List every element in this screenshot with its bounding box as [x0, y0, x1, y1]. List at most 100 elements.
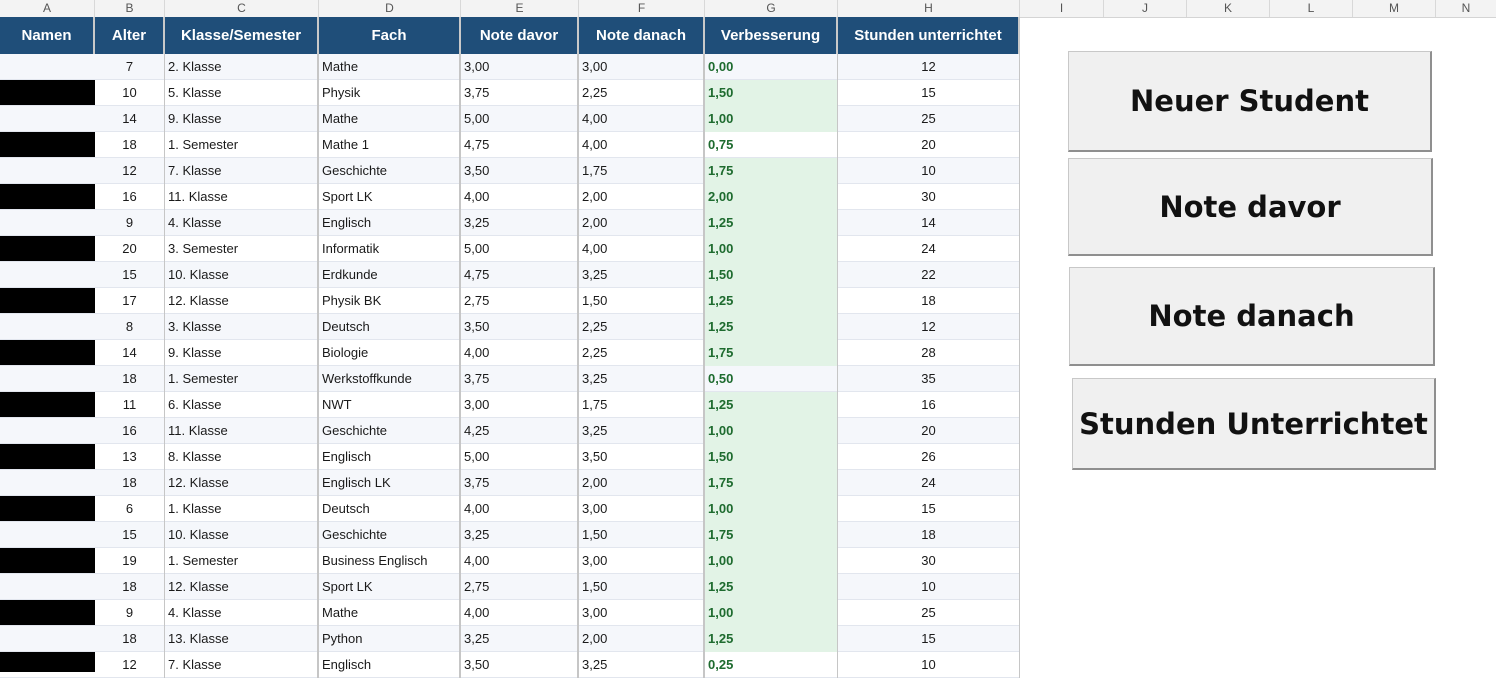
cell-klasse-semester[interactable]: 12. Klasse [165, 470, 319, 496]
cell-note-danach[interactable]: 3,50 [579, 444, 705, 470]
column-letter-h[interactable]: H [838, 0, 1020, 17]
cell-fach[interactable]: Physik BK [319, 288, 461, 314]
cell-note-davor[interactable]: 4,00 [461, 600, 579, 626]
cell-klasse-semester[interactable]: 9. Klasse [165, 340, 319, 366]
cell-note-davor[interactable]: 3,00 [461, 54, 579, 80]
cell-alter[interactable]: 18 [95, 626, 165, 652]
column-letter-j[interactable]: J [1104, 0, 1187, 17]
cell-stunden[interactable]: 35 [838, 366, 1020, 392]
cell-klasse-semester[interactable]: 11. Klasse [165, 184, 319, 210]
cell-alter[interactable]: 13 [95, 444, 165, 470]
header-verbesserung[interactable]: Verbesserung [705, 17, 838, 54]
column-letter-b[interactable]: B [95, 0, 165, 17]
cell-fach[interactable]: Mathe [319, 600, 461, 626]
cell-note-davor[interactable]: 4,00 [461, 496, 579, 522]
cell-stunden[interactable]: 24 [838, 470, 1020, 496]
cell-klasse-semester[interactable]: 3. Semester [165, 236, 319, 262]
cell-note-davor[interactable]: 4,00 [461, 548, 579, 574]
cell-klasse-semester[interactable]: 13. Klasse [165, 626, 319, 652]
cell-note-davor[interactable]: 3,50 [461, 652, 579, 678]
cell-stunden[interactable]: 20 [838, 132, 1020, 158]
cell-verbesserung[interactable]: 1,00 [705, 600, 838, 626]
cell-verbesserung[interactable]: 1,00 [705, 236, 838, 262]
cell-verbesserung[interactable]: 2,00 [705, 184, 838, 210]
cell-verbesserung[interactable]: 1,75 [705, 340, 838, 366]
cell-fach[interactable]: Englisch [319, 210, 461, 236]
cell-verbesserung[interactable]: 1,00 [705, 496, 838, 522]
cell-stunden[interactable]: 15 [838, 80, 1020, 106]
cell-alter[interactable]: 20 [95, 236, 165, 262]
cell-fach[interactable]: NWT [319, 392, 461, 418]
cell-stunden[interactable]: 18 [838, 522, 1020, 548]
cell-klasse-semester[interactable]: 5. Klasse [165, 80, 319, 106]
cell-alter[interactable]: 12 [95, 158, 165, 184]
cell-verbesserung[interactable]: 0,50 [705, 366, 838, 392]
cell-fach[interactable]: Biologie [319, 340, 461, 366]
cell-stunden[interactable]: 15 [838, 626, 1020, 652]
cell-alter[interactable]: 18 [95, 132, 165, 158]
cell-verbesserung[interactable]: 1,25 [705, 314, 838, 340]
cell-note-davor[interactable]: 4,75 [461, 262, 579, 288]
cell-verbesserung[interactable]: 1,50 [705, 80, 838, 106]
cell-fach[interactable]: Mathe [319, 54, 461, 80]
cell-alter[interactable]: 7 [95, 54, 165, 80]
cell-alter[interactable]: 9 [95, 210, 165, 236]
header-klasse-semester[interactable]: Klasse/Semester [165, 17, 319, 54]
header-note-davor[interactable]: Note davor [461, 17, 579, 54]
cell-stunden[interactable]: 24 [838, 236, 1020, 262]
cell-fach[interactable]: Werkstoffkunde [319, 366, 461, 392]
cell-note-davor[interactable]: 3,75 [461, 80, 579, 106]
cell-stunden[interactable]: 30 [838, 184, 1020, 210]
cell-klasse-semester[interactable]: 8. Klasse [165, 444, 319, 470]
cell-verbesserung[interactable]: 1,25 [705, 574, 838, 600]
cell-fach[interactable]: Erdkunde [319, 262, 461, 288]
column-letter-m[interactable]: M [1353, 0, 1436, 17]
cell-note-davor[interactable]: 5,00 [461, 444, 579, 470]
cell-fach[interactable]: Geschichte [319, 522, 461, 548]
cell-klasse-semester[interactable]: 11. Klasse [165, 418, 319, 444]
cell-note-danach[interactable]: 1,75 [579, 158, 705, 184]
cell-verbesserung[interactable]: 1,00 [705, 418, 838, 444]
cell-fach[interactable]: Informatik [319, 236, 461, 262]
header-alter[interactable]: Alter [95, 17, 165, 54]
column-letter-a[interactable]: A [0, 0, 95, 17]
cell-fach[interactable]: Deutsch [319, 314, 461, 340]
cell-note-danach[interactable]: 3,25 [579, 366, 705, 392]
cell-alter[interactable]: 14 [95, 340, 165, 366]
cell-stunden[interactable]: 12 [838, 54, 1020, 80]
cell-fach[interactable]: Mathe [319, 106, 461, 132]
cell-fach[interactable]: Sport LK [319, 184, 461, 210]
cell-klasse-semester[interactable]: 10. Klasse [165, 522, 319, 548]
cell-note-danach[interactable]: 3,00 [579, 496, 705, 522]
cell-note-danach[interactable]: 1,50 [579, 288, 705, 314]
cell-note-danach[interactable]: 3,00 [579, 600, 705, 626]
cell-fach[interactable]: Englisch LK [319, 470, 461, 496]
cell-note-danach[interactable]: 3,25 [579, 418, 705, 444]
cell-klasse-semester[interactable]: 1. Semester [165, 132, 319, 158]
cell-verbesserung[interactable]: 1,25 [705, 210, 838, 236]
cell-note-davor[interactable]: 3,75 [461, 470, 579, 496]
column-letter-d[interactable]: D [319, 0, 461, 17]
cell-note-danach[interactable]: 4,00 [579, 236, 705, 262]
cell-note-danach[interactable]: 1,50 [579, 522, 705, 548]
cell-note-danach[interactable]: 1,75 [579, 392, 705, 418]
cell-note-davor[interactable]: 4,25 [461, 418, 579, 444]
cell-verbesserung[interactable]: 1,25 [705, 288, 838, 314]
column-letter-n[interactable]: N [1436, 0, 1496, 17]
cell-alter[interactable]: 6 [95, 496, 165, 522]
cell-stunden[interactable]: 10 [838, 652, 1020, 678]
cell-alter[interactable]: 17 [95, 288, 165, 314]
cell-klasse-semester[interactable]: 1. Semester [165, 366, 319, 392]
cell-verbesserung[interactable]: 1,50 [705, 444, 838, 470]
cell-note-davor[interactable]: 3,50 [461, 158, 579, 184]
cell-stunden[interactable]: 26 [838, 444, 1020, 470]
cell-note-danach[interactable]: 2,00 [579, 184, 705, 210]
cell-stunden[interactable]: 28 [838, 340, 1020, 366]
cell-note-davor[interactable]: 5,00 [461, 106, 579, 132]
cell-verbesserung[interactable]: 0,75 [705, 132, 838, 158]
cell-fach[interactable]: Python [319, 626, 461, 652]
cell-verbesserung[interactable]: 1,75 [705, 522, 838, 548]
cell-alter[interactable]: 15 [95, 522, 165, 548]
cell-stunden[interactable]: 18 [838, 288, 1020, 314]
column-letter-i[interactable]: I [1020, 0, 1104, 17]
